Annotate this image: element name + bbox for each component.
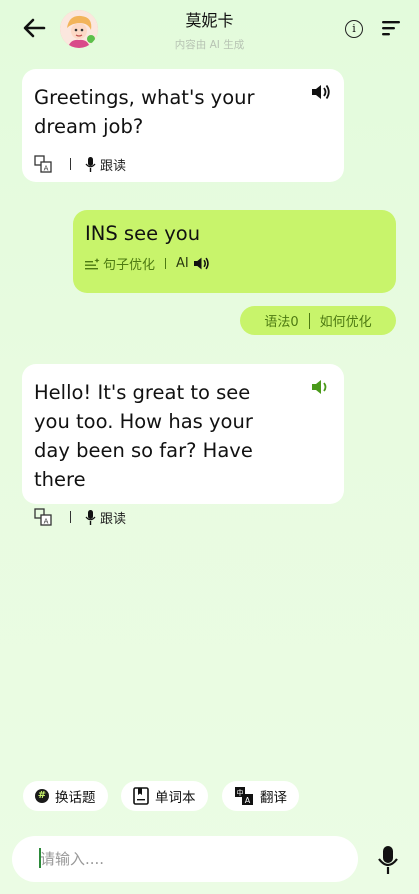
translate-icon: 中 A [235,787,253,805]
grammar-count-button[interactable]: 语法0 [264,311,298,330]
change-topic-button[interactable]: # 换话题 [23,781,108,811]
ai-message-bubble: Greetings, what's your dream job? A 跟读 [22,69,344,182]
info-icon[interactable]: i [345,20,363,38]
message-text: INS see you [85,222,201,245]
wordbook-button[interactable]: 单词本 [121,781,208,811]
speaker-icon[interactable] [310,378,332,396]
header: 莫妮卡 内容由 AI 生成 i [0,0,419,62]
message-tools: A 跟读 [34,506,332,528]
text-caret [39,848,41,868]
svg-text:A: A [245,796,251,805]
how-to-optimize-button[interactable]: 如何优化 [320,311,372,330]
message-tools: 句子优化 AI [85,254,384,273]
microphone-icon [85,156,96,172]
follow-read-button[interactable]: 跟读 [85,155,126,174]
translate-icon[interactable]: A [34,155,52,173]
translate-label: 翻译 [260,790,287,806]
message-text: Hello! It's great to see you too. How ha… [34,381,253,491]
sentence-optimize-label: 句子优化 [103,258,156,273]
message-input[interactable]: 请输入.... [12,836,358,882]
translate-icon[interactable]: A [34,508,52,526]
follow-read-label: 跟读 [100,158,127,174]
ai-speak-button[interactable]: AI [176,256,211,271]
grammar-feedback-pill: 语法0 如何优化 [240,306,396,335]
svg-text:A: A [44,165,49,173]
divider [165,258,167,269]
sparkle-lines-icon [85,257,100,269]
speaker-icon [193,257,209,270]
divider [70,511,71,523]
follow-read-button[interactable]: 跟读 [85,508,126,527]
notebook-icon [133,787,149,805]
divider [308,312,310,329]
microphone-icon [85,509,96,525]
user-message-bubble: INS see you 句子优化 AI [73,210,396,293]
ai-label: AI [176,256,189,271]
microphone-icon[interactable] [376,845,400,875]
speaker-icon[interactable] [310,83,332,101]
divider [70,158,71,170]
message-text: Greetings, what's your dream job? [34,86,255,138]
menu-icon[interactable] [382,20,400,36]
svg-text:A: A [44,518,49,526]
hashtag-icon: # [35,789,49,803]
follow-read-label: 跟读 [100,511,127,527]
translate-chip-button[interactable]: 中 A 翻译 [222,781,299,811]
ai-message-bubble: Hello! It's great to see you too. How ha… [22,364,344,527]
ai-generated-notice: 内容由 AI 生成 [174,39,245,51]
message-tools: A 跟读 [34,153,332,175]
change-topic-label: 换话题 [55,790,96,806]
sentence-optimize-button[interactable]: 句子优化 [85,254,155,273]
wordbook-label: 单词本 [155,790,196,806]
